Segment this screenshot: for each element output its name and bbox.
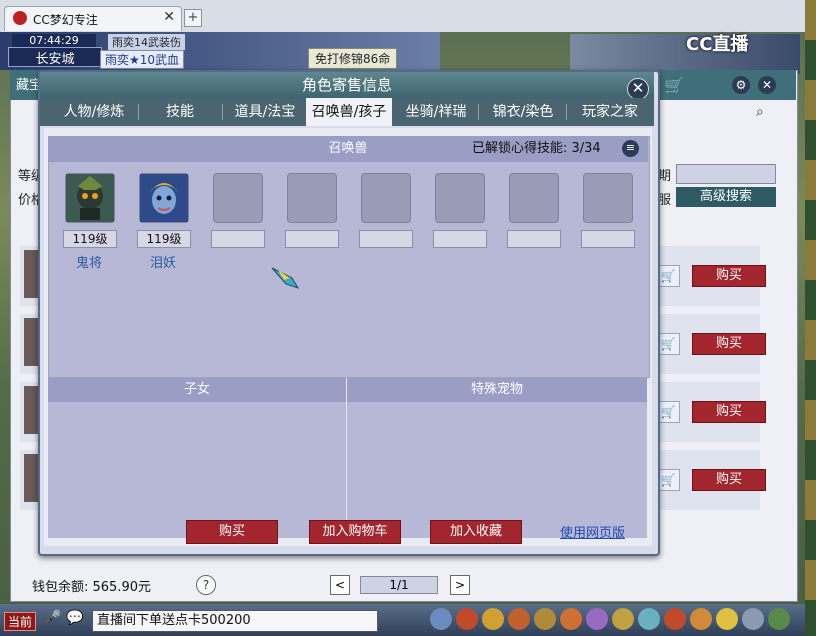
tab-divider xyxy=(138,104,139,120)
listing-buy-button[interactable]: 购买 xyxy=(692,265,766,287)
shop-icon[interactable] xyxy=(664,608,686,630)
ghost-general-portrait xyxy=(66,174,114,222)
chat-input[interactable]: 直播间下单送点卡500200 xyxy=(92,610,378,632)
special-pets-header: 特殊宠物 xyxy=(347,378,647,402)
help-menu-icon[interactable] xyxy=(768,608,790,630)
children-header: 子女 xyxy=(48,378,346,402)
empty-pet-slot xyxy=(361,173,411,223)
marketplace-close-icon[interactable]: ✕ xyxy=(758,76,776,94)
browser-tab[interactable]: CC梦幻专注 ✕ xyxy=(4,6,182,31)
next-page-button[interactable]: > xyxy=(450,575,470,595)
page-indicator: 1/1 xyxy=(360,576,438,594)
stream-logo: CC直播 xyxy=(686,34,749,55)
current-channel-tag[interactable]: 当前 xyxy=(4,612,37,631)
skills-menu-icon[interactable] xyxy=(534,608,556,630)
tab-mounts[interactable]: 坐骑/祥瑞 xyxy=(394,98,478,126)
mail-icon[interactable] xyxy=(690,608,712,630)
mouse-cursor-icon xyxy=(271,267,300,289)
add-to-cart-button[interactable]: 加入购物车 xyxy=(309,520,401,544)
system-settings-icon[interactable] xyxy=(742,608,764,630)
chat-bubble-icon[interactable]: 💬 xyxy=(66,610,83,626)
tab-skills[interactable]: 技能 xyxy=(140,98,220,126)
tear-demon-icon[interactable] xyxy=(139,173,189,223)
tab-items[interactable]: 道具/法宝 xyxy=(224,98,306,126)
hud-banner-2: 雨奕★10武血 xyxy=(100,50,185,69)
pet-name[interactable]: 鬼将 xyxy=(63,252,115,271)
tab-player-home[interactable]: 玩家之家 xyxy=(568,98,652,126)
use-web-version-link[interactable]: 使用网页版 xyxy=(560,522,625,541)
empty-level-box xyxy=(581,230,635,248)
right-filter-input[interactable] xyxy=(676,164,776,184)
help-icon[interactable]: ? xyxy=(196,575,216,595)
list-menu-icon[interactable]: ≡ xyxy=(622,140,639,157)
new-tab-button[interactable]: + xyxy=(184,9,202,27)
empty-level-box xyxy=(285,230,339,248)
shopping-cart-icon[interactable]: 🛒 xyxy=(664,76,684,95)
party-avatars[interactable] xyxy=(570,34,800,74)
close-tab-icon[interactable]: ✕ xyxy=(163,9,175,25)
dialog-title: 角色寄售信息 xyxy=(40,72,654,98)
buy-button[interactable]: 购买 xyxy=(186,520,278,544)
pet-level: 119级 xyxy=(63,230,117,248)
tab-divider xyxy=(222,104,223,120)
tear-demon-portrait xyxy=(140,174,188,222)
tab-outfits[interactable]: 锦衣/染色 xyxy=(480,98,566,126)
tab-character[interactable]: 人物/修炼 xyxy=(50,98,138,126)
prev-page-button[interactable]: < xyxy=(330,575,350,595)
ghost-general-icon[interactable] xyxy=(65,173,115,223)
children-panel xyxy=(48,378,346,538)
hud-banner-1: 雨奕14武装伤 xyxy=(108,34,185,50)
settings-gear-icon[interactable]: ⚙ xyxy=(732,76,750,94)
side-decoration xyxy=(805,0,816,636)
empty-level-box xyxy=(211,230,265,248)
pet-name[interactable]: 泪妖 xyxy=(137,252,189,271)
empty-level-box xyxy=(359,230,413,248)
tab-pets[interactable]: 召唤兽/孩子 xyxy=(306,98,392,126)
search-icon[interactable]: ⌕ xyxy=(756,104,774,122)
wallet-balance: 钱包余额: 565.90元 xyxy=(32,580,151,595)
inventory-icon[interactable] xyxy=(456,608,478,630)
empty-level-box xyxy=(507,230,561,248)
dialog-tabs: 人物/修炼 技能 道具/法宝 召唤兽/孩子 坐骑/祥瑞 锦衣/染色 玩家之家 xyxy=(40,98,654,126)
tab-divider xyxy=(566,104,567,120)
microphone-icon[interactable]: 🎤 xyxy=(44,610,61,626)
game-clock: 07:44:29 xyxy=(12,34,96,48)
weapon-icon[interactable] xyxy=(430,608,452,630)
special-pets-panel xyxy=(347,378,647,538)
site-favicon-icon xyxy=(13,11,27,25)
browser-tab-title: CC梦幻专注 xyxy=(33,13,98,27)
hud-banner-3: 免打修锦86命 xyxy=(308,48,398,69)
listing-buy-button[interactable]: 购买 xyxy=(692,333,766,355)
friends-icon[interactable] xyxy=(612,608,634,630)
emote-icon[interactable] xyxy=(716,608,738,630)
empty-pet-slot xyxy=(213,173,263,223)
empty-pet-slot xyxy=(435,173,485,223)
pet-level: 119级 xyxy=(137,230,191,248)
tab-divider xyxy=(478,104,479,120)
advanced-search-button[interactable]: 高级搜索 xyxy=(676,187,776,207)
add-to-favorites-button[interactable]: 加入收藏 xyxy=(430,520,522,544)
quest-icon[interactable] xyxy=(560,608,582,630)
empty-pet-slot xyxy=(509,173,559,223)
gang-icon[interactable] xyxy=(586,608,608,630)
current-city[interactable]: 长安城 xyxy=(8,47,102,67)
empty-pet-slot xyxy=(583,173,633,223)
team-icon[interactable] xyxy=(482,608,504,630)
listing-buy-button[interactable]: 购买 xyxy=(692,401,766,423)
pet-menu-icon[interactable] xyxy=(508,608,530,630)
empty-level-box xyxy=(433,230,487,248)
map-icon[interactable] xyxy=(638,608,660,630)
unlocked-skills-count: 已解锁心得技能: 3/34 xyxy=(472,141,601,156)
dialog-close-icon[interactable]: ✕ xyxy=(627,78,649,100)
empty-pet-slot xyxy=(287,173,337,223)
listing-buy-button[interactable]: 购买 xyxy=(692,469,766,491)
